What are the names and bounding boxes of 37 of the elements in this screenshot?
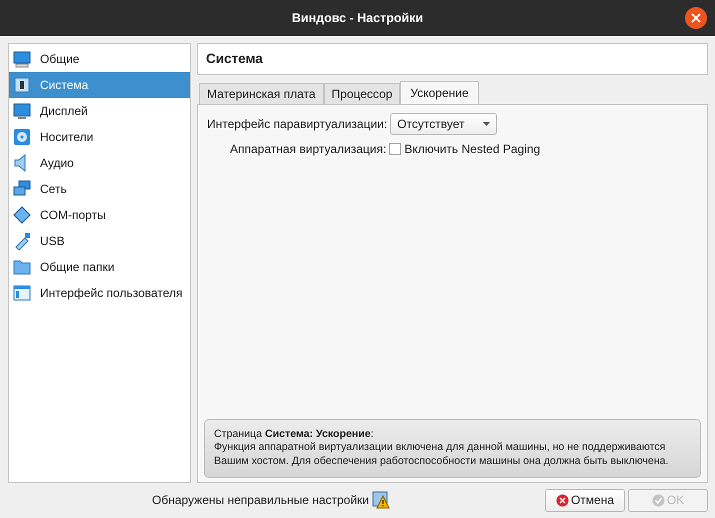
sidebar-item[interactable]: Общие папки: [9, 254, 190, 280]
caret-icon: [483, 122, 490, 126]
sidebar-item[interactable]: USB: [9, 228, 190, 254]
page-title: Система: [197, 43, 708, 75]
field-label: Аппаратная виртуализация:: [230, 141, 386, 158]
folder-icon: [13, 258, 31, 276]
close-button[interactable]: [685, 7, 707, 29]
chip-icon: [13, 76, 31, 94]
sidebar-item[interactable]: Дисплей: [9, 98, 190, 124]
sidebar-item[interactable]: Общие: [9, 46, 190, 72]
info-text: Функция аппаратной виртуализации включена для данной машины, но не поддерживаются Вашим хостом. Для обеспечения работоспособности машины она должна быть выключена.: [214, 441, 670, 469]
monitor-icon: [13, 50, 31, 68]
cancel-icon: [556, 494, 569, 506]
field-label: Интерфейс паравиртуализации:: [207, 116, 388, 133]
cancel-button[interactable]: Отмена: [545, 488, 625, 512]
checkbox-label[interactable]: Включить Nested Paging: [404, 140, 540, 158]
network-icon: [13, 180, 31, 198]
paravirtualization-dropdown[interactable]: Отсутствует: [390, 113, 498, 135]
tab[interactable]: Процессор: [324, 83, 400, 104]
sidebar-item[interactable]: Сеть: [9, 176, 190, 202]
serial-port-icon: [13, 206, 31, 224]
window-title: Виндовс - Настройки: [292, 10, 424, 27]
sidebar-item[interactable]: Интерфейс пользователя: [9, 280, 190, 306]
usb-plug-icon: [13, 232, 31, 250]
close-icon: [691, 13, 701, 23]
sidebar-item[interactable]: Носители: [9, 124, 190, 150]
sidebar-item[interactable]: Аудио: [9, 150, 190, 176]
status-message: Обнаружены неправильные настройки: [152, 492, 370, 509]
monitor-icon: [13, 102, 31, 120]
check-icon: [652, 494, 665, 506]
checkbox[interactable]: [389, 143, 402, 155]
info-heading: Страница Система: Ускорение:: [214, 428, 375, 442]
tab[interactable]: Ускорение: [400, 81, 479, 104]
warning-icon: [372, 491, 390, 509]
window-icon: [13, 284, 31, 302]
sidebar-item[interactable]: COM-порты: [9, 202, 190, 228]
tab[interactable]: Материнская плата: [199, 83, 324, 104]
